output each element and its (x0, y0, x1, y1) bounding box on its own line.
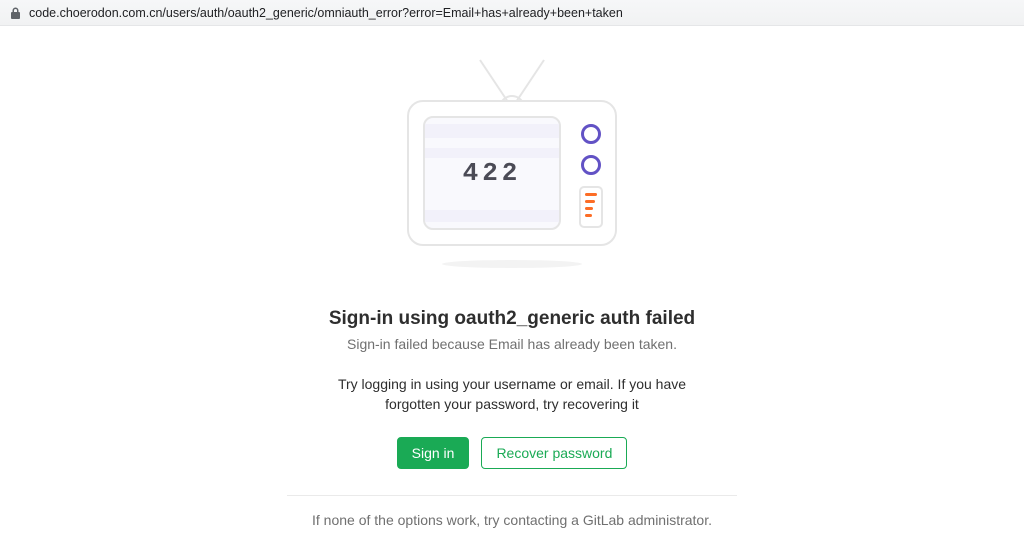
error-code: 422 (463, 158, 522, 188)
error-heading: Sign-in using oauth2_generic auth failed (329, 308, 695, 330)
tv-speaker-icon (579, 186, 603, 228)
error-description: Sign-in failed because Email has already… (347, 336, 677, 352)
error-page: 422 Sign-in using oauth2_generic auth fa… (0, 26, 1024, 528)
divider (287, 495, 737, 496)
error-footer: If none of the options work, try contact… (312, 512, 712, 528)
tv-knob-icon (581, 124, 601, 144)
tv-shadow (442, 260, 582, 268)
recover-password-button[interactable]: Recover password (481, 437, 627, 469)
action-buttons: Sign in Recover password (397, 437, 628, 469)
lock-icon (10, 7, 21, 19)
error-illustration: 422 (407, 58, 617, 262)
tv-knob-icon (581, 155, 601, 175)
url-text: code.choerodon.com.cn/users/auth/oauth2_… (29, 6, 623, 20)
tv-screen: 422 (423, 116, 561, 230)
sign-in-button[interactable]: Sign in (397, 437, 470, 469)
browser-address-bar[interactable]: code.choerodon.com.cn/users/auth/oauth2_… (0, 0, 1024, 26)
tv-body: 422 (407, 100, 617, 246)
error-help-text: Try logging in using your username or em… (332, 374, 692, 415)
